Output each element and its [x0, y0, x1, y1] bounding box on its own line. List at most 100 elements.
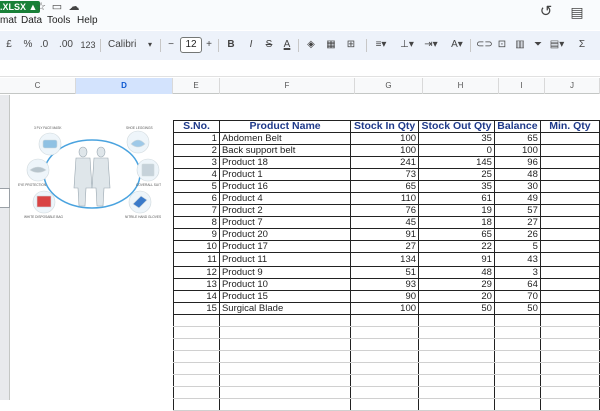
empty-cell[interactable]	[350, 350, 420, 363]
font-size-decrease-button[interactable]: −	[166, 38, 176, 52]
selected-cell[interactable]	[0, 188, 10, 208]
column-header-g[interactable]: G	[355, 78, 423, 94]
number-cell[interactable]: 48	[493, 168, 541, 181]
product-name-cell[interactable]: Product 2	[218, 204, 352, 217]
decrease-decimal-button[interactable]: .0	[38, 38, 50, 52]
empty-cell[interactable]	[493, 314, 541, 327]
empty-cell[interactable]	[218, 326, 352, 339]
empty-cell[interactable]	[218, 362, 352, 375]
number-cell[interactable]: 110	[350, 192, 420, 205]
product-name-cell[interactable]: Surgical Blade	[218, 302, 352, 315]
empty-cell[interactable]	[350, 374, 420, 387]
min-qty-cell[interactable]	[539, 228, 600, 241]
filter-icon[interactable]: ⏷	[532, 38, 544, 52]
empty-cell[interactable]	[539, 338, 600, 351]
number-cell[interactable]: 64	[493, 278, 541, 291]
number-cell[interactable]: 65	[493, 132, 541, 145]
empty-cell[interactable]	[418, 314, 495, 327]
min-qty-cell[interactable]	[539, 144, 600, 157]
product-name-cell[interactable]: Product 9	[218, 266, 352, 279]
min-qty-cell[interactable]	[539, 192, 600, 205]
column-header-d[interactable]: D	[76, 78, 173, 94]
empty-cell[interactable]	[418, 338, 495, 351]
number-cell[interactable]: 134	[350, 252, 420, 267]
font-family-select[interactable]: Calibri	[108, 38, 138, 52]
min-qty-cell[interactable]	[539, 216, 600, 229]
min-qty-cell[interactable]	[539, 240, 600, 253]
number-cell[interactable]: 35	[418, 180, 495, 193]
empty-cell[interactable]	[350, 338, 420, 351]
number-cell[interactable]: 10	[173, 240, 220, 253]
filter-views-icon[interactable]: ▤▾	[548, 38, 566, 52]
product-name-cell[interactable]: Product 1	[218, 168, 352, 181]
empty-cell[interactable]	[418, 362, 495, 375]
min-qty-cell[interactable]	[539, 266, 600, 279]
empty-cell[interactable]	[173, 374, 220, 387]
number-cell[interactable]: 2	[173, 144, 220, 157]
column-header-cell[interactable]: Balance	[493, 120, 541, 133]
star-icon[interactable]: ☆	[34, 1, 48, 13]
empty-cell[interactable]	[218, 398, 352, 411]
comment-insert-icon[interactable]: ⊡	[496, 38, 508, 52]
empty-cell[interactable]	[539, 386, 600, 399]
number-cell[interactable]: 57	[493, 204, 541, 217]
column-header-c[interactable]: C	[0, 78, 76, 94]
functions-icon[interactable]: Σ	[576, 38, 588, 52]
percent-button[interactable]: %	[22, 38, 34, 52]
number-cell[interactable]: 19	[418, 204, 495, 217]
empty-cell[interactable]	[418, 374, 495, 387]
italic-button[interactable]: I	[245, 38, 257, 52]
number-cell[interactable]: 61	[418, 192, 495, 205]
min-qty-cell[interactable]	[539, 132, 600, 145]
text-color-button[interactable]: A	[281, 38, 293, 52]
empty-cell[interactable]	[539, 398, 600, 411]
product-name-cell[interactable]: Product 4	[218, 192, 352, 205]
empty-cell[interactable]	[350, 362, 420, 375]
comment-icon[interactable]: ▤	[568, 3, 586, 21]
folder-icon[interactable]: ▭	[50, 1, 64, 13]
cloud-icon[interactable]: ☁	[67, 1, 81, 13]
empty-cell[interactable]	[493, 386, 541, 399]
product-name-cell[interactable]: Abdomen Belt	[218, 132, 352, 145]
column-header-cell[interactable]: Min. Qty	[539, 120, 600, 133]
empty-cell[interactable]	[493, 338, 541, 351]
menu-format[interactable]: mat	[0, 15, 17, 26]
borders-icon[interactable]: ▦	[324, 38, 338, 52]
formula-bar[interactable]	[0, 60, 600, 77]
strikethrough-button[interactable]: S	[263, 38, 275, 52]
number-cell[interactable]: 50	[418, 302, 495, 315]
number-cell[interactable]: 4	[173, 168, 220, 181]
number-cell[interactable]: 90	[350, 290, 420, 303]
empty-cell[interactable]	[493, 398, 541, 411]
ppe-kit-image[interactable]: 3 PLY FACE MASK SHOE LEGGINGS EYE PROTEC…	[12, 122, 174, 232]
empty-cell[interactable]	[218, 386, 352, 399]
chart-icon[interactable]: ▥	[514, 38, 526, 52]
empty-cell[interactable]	[218, 338, 352, 351]
number-cell[interactable]: 76	[350, 204, 420, 217]
number-cell[interactable]: 50	[493, 302, 541, 315]
increase-decimal-button[interactable]: .00	[58, 38, 74, 52]
text-wrap-icon[interactable]: ⇥▾	[422, 38, 440, 52]
column-header-cell[interactable]: Stock In Qty	[350, 120, 420, 133]
product-name-cell[interactable]: Product 20	[218, 228, 352, 241]
product-name-cell[interactable]: Product 15	[218, 290, 352, 303]
product-name-cell[interactable]: Product 16	[218, 180, 352, 193]
number-cell[interactable]: 49	[493, 192, 541, 205]
number-cell[interactable]: 145	[418, 156, 495, 169]
empty-cell[interactable]	[539, 362, 600, 375]
number-cell[interactable]: 20	[418, 290, 495, 303]
column-header-j[interactable]: J	[545, 78, 600, 94]
number-cell[interactable]: 27	[350, 240, 420, 253]
column-header-h[interactable]: H	[423, 78, 499, 94]
number-cell[interactable]: 100	[350, 144, 420, 157]
menu-tools[interactable]: Tools	[47, 15, 70, 26]
fill-color-icon[interactable]: ◈	[304, 38, 318, 52]
column-header-e[interactable]: E	[173, 78, 220, 94]
font-size-increase-button[interactable]: +	[204, 38, 214, 52]
empty-cell[interactable]	[418, 386, 495, 399]
number-cell[interactable]: 1	[173, 132, 220, 145]
number-cell[interactable]: 65	[350, 180, 420, 193]
bold-button[interactable]: B	[225, 38, 237, 52]
number-cell[interactable]: 7	[173, 204, 220, 217]
empty-cell[interactable]	[173, 338, 220, 351]
